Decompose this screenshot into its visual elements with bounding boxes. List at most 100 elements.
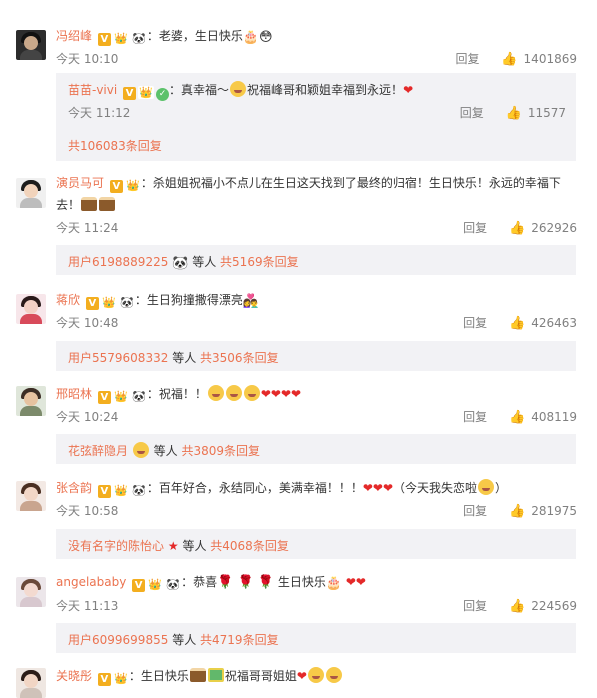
comment-actions: 回复 👍 426463 (463, 314, 577, 331)
cake-emoji-icon: 🎂 (325, 576, 343, 591)
comment-time: 今天 10:58 (56, 504, 119, 518)
username-link[interactable]: 张含韵 (56, 481, 92, 495)
happy-face-emoji-icon (230, 81, 247, 97)
thumb-up-icon[interactable]: 👍 (509, 316, 525, 331)
crown-icon: 👑 (112, 390, 129, 403)
comment-actions: 回复 👍 224569 (463, 597, 577, 614)
reply-button[interactable]: 回复 (463, 599, 487, 613)
comment-text-line: 蒋欣 V 👑 🐼：生日狗撞撒得漂亮👩‍❤️‍👨 (56, 291, 579, 311)
panda-icon: 🐼 (130, 32, 147, 45)
username-link[interactable]: 关晓彤 (56, 669, 92, 683)
reply-button[interactable]: 回复 (456, 52, 480, 66)
more-replies-link[interactable]: 共3809条回复 (182, 444, 261, 458)
comment-actions: 回复 👍 262926 (463, 219, 577, 236)
reply-summary-box: 用户6099699855 等人 共4719条回复 (56, 623, 576, 653)
username-link[interactable]: angelababy (56, 575, 126, 589)
more-replies-link[interactable]: 共5169条回复 (220, 255, 299, 269)
heart-icon: ❤❤❤❤ (260, 387, 302, 401)
verified-icon: V (123, 87, 137, 100)
comment-text-3: ） (495, 481, 508, 495)
reply-user-link[interactable]: 用户6198889225 (68, 255, 168, 269)
reply-button[interactable]: 回复 (463, 504, 487, 518)
comment-text: ：老婆，生日快乐 (146, 29, 243, 43)
panda-icon: 🐼 (165, 578, 182, 591)
reply-button[interactable]: 回复 (463, 221, 487, 235)
verified-icon: V (97, 673, 111, 686)
reply-summary-box: 用户6198889225 🐼 等人 共5169条回复 (56, 245, 576, 275)
reply-summary: 花弦醉隐月 等人 共3809条回复 (68, 442, 260, 459)
reply-summary-mid: 等人 (192, 255, 217, 269)
reply-user-link[interactable]: 没有名字的陈怡心 (68, 539, 164, 553)
username-link[interactable]: 演员马可 (56, 176, 104, 190)
avatar[interactable] (16, 386, 46, 416)
comment-text-line: angelababy V 👑 🐼：恭喜🌹 🌹 🌹 生日快乐🎂 ❤❤ (56, 573, 579, 593)
thumb-up-icon[interactable]: 👍 (501, 52, 517, 67)
flower-face-emoji-icon (132, 442, 149, 458)
verified-icon: V (132, 579, 146, 592)
like-count: 262926 (531, 221, 577, 235)
couple-emoji-icon: 👩‍❤️‍👨 (242, 294, 260, 309)
reply-button[interactable]: 回复 (463, 410, 487, 424)
username-link[interactable]: 蒋欣 (56, 293, 80, 307)
comment-time: 今天 10:48 (56, 316, 119, 330)
reply-user-link[interactable]: 用户5579608332 (68, 351, 168, 365)
reply-summary: 用户6198889225 🐼 等人 共5169条回复 (68, 253, 299, 271)
username-link[interactable]: 苗苗-vivi (68, 83, 117, 97)
like-count: 281975 (531, 504, 577, 518)
crown-icon: 👑 (112, 32, 129, 45)
comment-actions: 回复 👍 281975 (463, 502, 577, 519)
thumb-up-icon[interactable]: 👍 (506, 106, 522, 121)
cake-emoji-icon (189, 668, 206, 682)
heart-icon: ❤❤❤ (362, 481, 394, 495)
comment-text-line: 张含韵 V 👑 🐼：百年好合，永结同心，美满幸福！！！❤❤❤（今天我失恋啦 ） (56, 479, 579, 498)
avatar[interactable] (16, 294, 46, 324)
comment-text-line: 冯绍峰 V 👑 🐼：老婆，生日快乐🎂😳 (56, 27, 579, 47)
reply-user-link[interactable]: 用户6099699855 (68, 633, 168, 647)
more-replies-link[interactable]: 共4068条回复 (210, 539, 289, 553)
avatar[interactable] (16, 30, 46, 60)
laughing-emoji-icon (478, 479, 495, 495)
thumb-up-icon[interactable]: 👍 (509, 221, 525, 236)
like-count: 408119 (531, 410, 577, 424)
more-replies-link[interactable]: 共3506条回复 (200, 351, 279, 365)
cake-emoji-icon: 🎂 (242, 30, 260, 45)
avatar[interactable] (16, 481, 46, 511)
cake-emoji-icon (81, 197, 98, 211)
avatar[interactable] (16, 178, 46, 208)
more-replies-link[interactable]: 共4719条回复 (200, 633, 279, 647)
heart-icon: ❤ (403, 83, 414, 97)
reply-button[interactable]: 回复 (460, 106, 484, 120)
reply-summary-mid: 等人 (182, 539, 207, 553)
comment-text-2: （今天我失恋啦 (393, 481, 478, 495)
cake-emoji-icon (99, 197, 116, 211)
avatar[interactable] (16, 577, 46, 607)
verified-icon: V (109, 180, 123, 193)
comment-text-line: 关晓彤 V 👑：生日快乐 祝福哥哥姐姐❤ (56, 667, 579, 686)
like-count: 1401869 (523, 52, 577, 66)
username-link[interactable]: 冯绍峰 (56, 29, 92, 43)
comment-time: 今天 10:10 (56, 52, 119, 66)
crown-icon: 👑 (124, 179, 141, 192)
thumb-up-icon[interactable]: 👍 (509, 410, 525, 425)
comment-text: ：恭喜 (181, 575, 218, 589)
more-replies-link[interactable]: 共106083条回复 (68, 137, 162, 154)
reply-summary-mid: 等人 (153, 444, 178, 458)
crown-icon: 👑 (138, 86, 155, 99)
reply-user-link[interactable]: 花弦醉隐月 (68, 444, 128, 458)
comment-actions: 回复 👍 408119 (463, 408, 577, 425)
reply-box: 苗苗-vivi V 👑 ✓ ：真幸福～ 祝福峰哥和颖姐幸福到永远！❤ 今天 11:12 … (56, 73, 576, 161)
crown-icon: 👑 (147, 578, 164, 591)
reply-summary: 没有名字的陈怡心 ★ 等人 共4068条回复 (68, 537, 289, 554)
gift-emoji-icon (207, 668, 224, 682)
comment-time: 今天 10:24 (56, 410, 119, 424)
avatar[interactable] (16, 668, 46, 698)
panda-icon: 🐼 (130, 390, 147, 403)
username-link[interactable]: 邢昭林 (56, 387, 92, 401)
comment-text: ：生日快乐 (128, 669, 189, 683)
thumb-up-icon[interactable]: 👍 (509, 504, 525, 519)
reply-button[interactable]: 回复 (463, 316, 487, 330)
leaf-badge-icon: ✓ (156, 88, 170, 101)
thumb-up-icon[interactable]: 👍 (509, 599, 525, 614)
comment-text-2: 生日快乐 (277, 575, 326, 589)
happy-face-emoji-icon (243, 385, 260, 401)
